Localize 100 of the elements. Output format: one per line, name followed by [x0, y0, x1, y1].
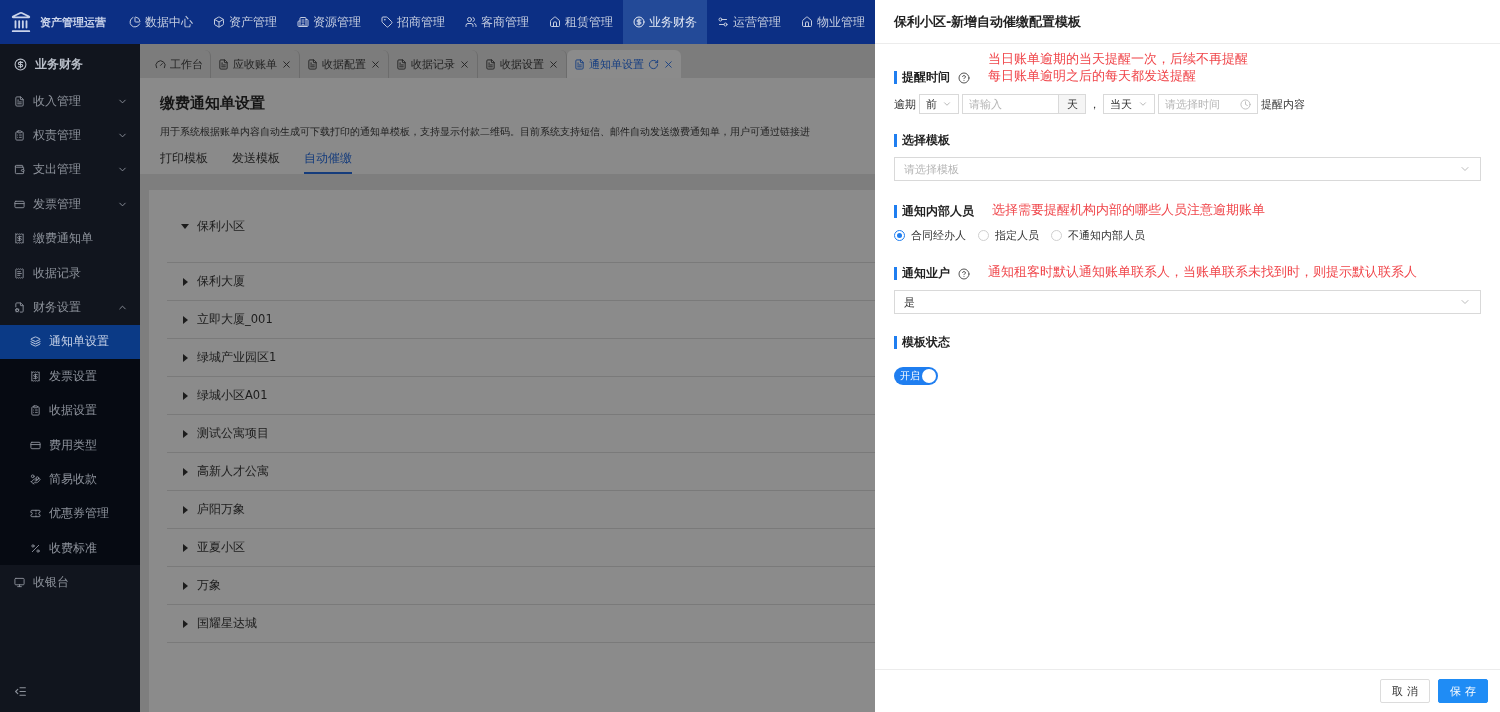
nav-item[interactable]: 资源管理 [287, 0, 371, 44]
close-icon[interactable] [459, 58, 470, 70]
menu-icon [14, 198, 25, 210]
nav-icon [129, 16, 141, 28]
cancel-button[interactable]: 取 消 [1380, 679, 1430, 703]
unit-addon: 天 [1058, 94, 1086, 114]
close-icon[interactable] [370, 58, 381, 70]
nav-icon [297, 16, 309, 28]
caret-icon[interactable] [181, 429, 189, 438]
sub-tab[interactable]: 发送模板 [232, 151, 280, 174]
sidebar-item[interactable]: 发票管理 [0, 187, 140, 222]
nav-icon [213, 16, 225, 28]
nav-icon [549, 16, 561, 28]
tree-row[interactable]: 绿城小区A01 [167, 377, 875, 415]
nav-item[interactable]: 物业管理 [791, 0, 875, 44]
tree-row[interactable]: 绿城产业园区1 [167, 339, 875, 377]
caret-icon[interactable] [181, 581, 189, 590]
days-input[interactable]: 请输入 [962, 94, 1058, 114]
nav-item[interactable]: 数据中心 [119, 0, 203, 44]
menu-icon [30, 439, 41, 451]
caret-icon[interactable] [181, 505, 189, 514]
nav-item[interactable]: 租赁管理 [539, 0, 623, 44]
tree-row[interactable]: 庐阳万象 [167, 491, 875, 529]
radio-option[interactable]: 指定人员 [978, 228, 1039, 243]
sidebar-item[interactable]: 缴费通知单 [0, 221, 140, 256]
menu-icon [30, 542, 41, 554]
clock-icon [1240, 98, 1251, 110]
nav-item[interactable]: 招商管理 [371, 0, 455, 44]
nav-item[interactable]: 客商管理 [455, 0, 539, 44]
sidebar-item[interactable]: 收入管理 [0, 84, 140, 119]
document-icon [218, 58, 229, 70]
help-icon[interactable] [958, 72, 970, 84]
menu-icon [14, 233, 25, 245]
sidebar-subitem[interactable]: 优惠券管理 [0, 496, 140, 532]
tree-row[interactable]: 保利小区 [167, 190, 875, 263]
nav-item[interactable]: 运营管理 [707, 0, 791, 44]
coin-icon [14, 57, 27, 71]
direction-select[interactable]: 前 [919, 94, 959, 114]
radio-option[interactable]: 不通知内部人员 [1051, 228, 1145, 243]
nav-item[interactable]: 业务财务 [623, 0, 707, 44]
tree-row[interactable]: 万象 [167, 567, 875, 605]
help-icon[interactable] [958, 268, 970, 280]
sidebar-item[interactable]: 收银台 [0, 565, 140, 600]
sidebar-subitem[interactable]: 通知单设置 [0, 324, 140, 360]
caret-icon[interactable] [181, 353, 189, 362]
sidebar-subitem[interactable]: 发票设置 [0, 359, 140, 394]
tree-row[interactable]: 保利大厦 [167, 263, 875, 301]
tree-row[interactable]: 立即大厦_001 [167, 301, 875, 339]
caret-icon[interactable] [181, 277, 189, 286]
field-label: 提醒时间 [894, 71, 950, 84]
sidebar-subitem[interactable]: 简易收款 [0, 462, 140, 497]
tree-row[interactable]: 亚夏小区 [167, 529, 875, 567]
document-icon [574, 58, 585, 70]
caret-icon[interactable] [181, 543, 189, 552]
radio-option[interactable]: 合同经办人 [894, 228, 966, 243]
menu-icon [30, 508, 41, 520]
close-icon[interactable] [663, 58, 674, 70]
sub-tab[interactable]: 打印模板 [160, 151, 208, 174]
app-title: 资产管理运营 [40, 14, 106, 30]
tree-row[interactable]: 国耀星达城 [167, 605, 875, 643]
close-icon[interactable] [281, 58, 292, 70]
collapse-menu-icon[interactable] [14, 685, 27, 698]
sidebar-item[interactable]: 财务设置 [0, 290, 140, 325]
menu-icon [30, 405, 41, 417]
sidebar-item[interactable]: 支出管理 [0, 152, 140, 188]
sub-tab[interactable]: 自动催缴 [304, 151, 352, 174]
day-select[interactable]: 当天 [1103, 94, 1155, 114]
sidebar-item[interactable]: 收据记录 [0, 255, 140, 291]
menu-icon [14, 302, 25, 314]
caret-icon[interactable] [181, 619, 189, 628]
nav-item[interactable]: 资产管理 [203, 0, 287, 44]
save-button[interactable]: 保 存 [1438, 679, 1488, 703]
close-icon[interactable] [548, 58, 559, 70]
tree-row[interactable]: 高新人才公寓 [167, 453, 875, 491]
refresh-icon[interactable] [648, 58, 659, 70]
annotation-note: 当日账单逾期的当天提醒一次，后续不再提醒 [988, 50, 1248, 67]
sidebar-subitem[interactable]: 收费标准 [0, 531, 140, 566]
menu-icon [14, 130, 25, 142]
tree-label: 国耀星达城 [197, 616, 257, 631]
caret-icon[interactable] [181, 315, 189, 324]
menu-icon [30, 370, 41, 382]
caret-icon[interactable] [181, 467, 189, 476]
document-icon [307, 58, 318, 70]
sidebar-subitem[interactable]: 费用类型 [0, 427, 140, 463]
page-title: 缴费通知单设置 [160, 94, 266, 113]
nav-icon [381, 16, 393, 28]
caret-icon[interactable] [181, 222, 189, 230]
menu-icon [14, 95, 25, 107]
sidebar-subitem[interactable]: 收据设置 [0, 393, 140, 428]
dashboard-icon [155, 58, 166, 70]
tree-row[interactable]: 测试公寓项目 [167, 415, 875, 453]
tree-label: 庐阳万象 [197, 502, 245, 517]
menu-icon [30, 336, 41, 348]
suffix-label: 提醒内容 [1261, 96, 1305, 112]
menu-icon [14, 164, 25, 176]
owner-select[interactable]: 是 [894, 290, 1481, 314]
menu-icon [14, 267, 25, 279]
caret-icon[interactable] [181, 391, 189, 400]
status-switch[interactable]: 开启 [894, 367, 938, 385]
sidebar-item[interactable]: 权责管理 [0, 118, 140, 153]
